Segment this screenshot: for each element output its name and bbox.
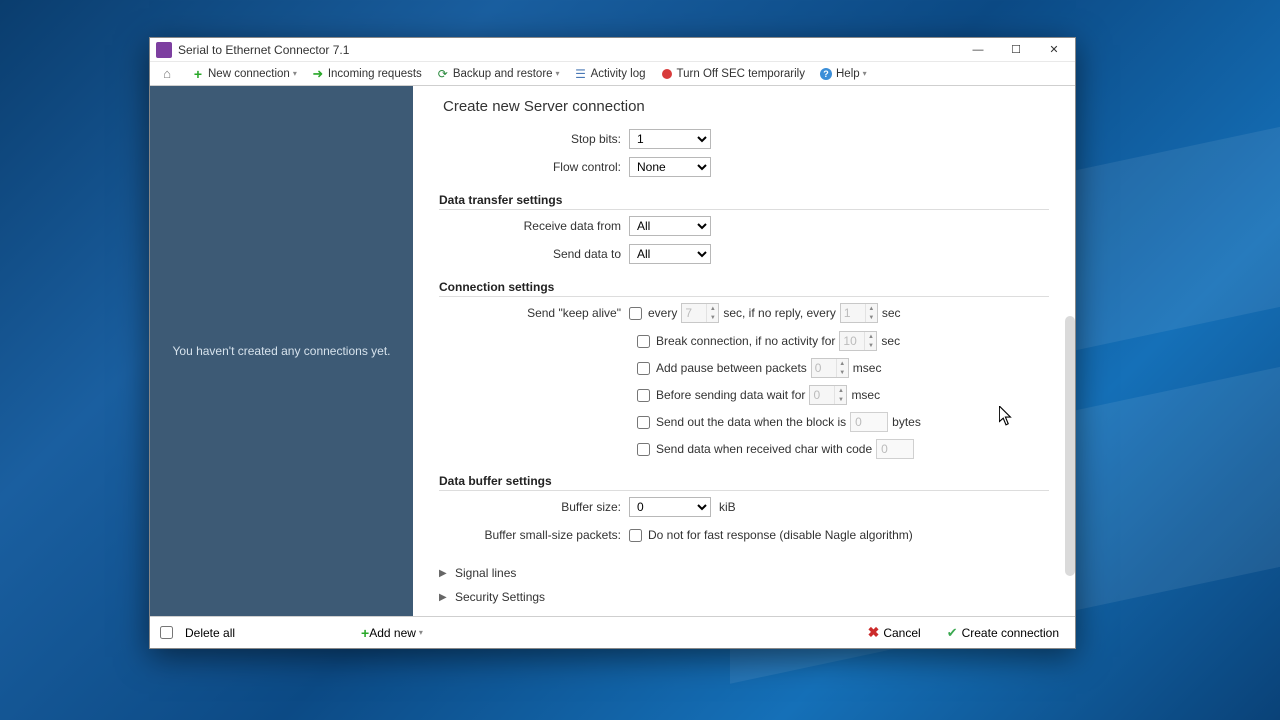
delete-all-checkbox[interactable] <box>160 626 173 639</box>
pause-label: Add pause between packets <box>656 361 807 375</box>
backup-restore-button[interactable]: ⟳ Backup and restore ▾ <box>432 66 564 82</box>
chevron-right-icon: ▶ <box>439 568 449 579</box>
footer: Delete all + Add new ▾ ✖ Cancel ✔ Create… <box>150 616 1075 648</box>
msec-label: msec <box>853 361 882 375</box>
plus-icon: + <box>361 626 369 640</box>
x-icon: ✖ <box>868 624 880 641</box>
record-icon <box>660 67 674 81</box>
help-label: Help <box>836 68 860 80</box>
refresh-icon: ⟳ <box>436 67 450 81</box>
settings-form: Stop bits: 1 Flow control: None Data tra… <box>413 123 1075 616</box>
plus-icon: + <box>191 67 205 81</box>
break-timeout-input[interactable]: ▲▼ <box>839 331 877 351</box>
turn-off-label: Turn Off SEC temporarily <box>677 68 805 80</box>
break-connection-checkbox[interactable] <box>637 335 650 348</box>
buffer-size-label: Buffer size: <box>439 500 629 514</box>
before-send-checkbox[interactable] <box>637 389 650 402</box>
section-data-transfer: Data transfer settings <box>439 193 1049 210</box>
close-button[interactable]: ✕ <box>1035 39 1073 61</box>
new-connection-label: New connection <box>208 68 290 80</box>
chevron-down-icon: ▾ <box>419 628 423 637</box>
send-to-select[interactable]: All <box>629 244 711 264</box>
sec-label2: sec <box>881 334 900 348</box>
page-title: Create new Server connection <box>413 86 1075 123</box>
add-new-label: Add new <box>369 626 416 640</box>
minimize-button[interactable]: — <box>959 39 997 61</box>
cancel-label: Cancel <box>883 626 920 640</box>
block-size-checkbox[interactable] <box>637 416 650 429</box>
log-icon: ☰ <box>574 67 588 81</box>
toolbar: ⌂ + New connection ▾ ➜ Incoming requests… <box>150 62 1075 86</box>
block-size-input[interactable]: 0 <box>850 412 888 432</box>
arrow-in-icon: ➜ <box>311 67 325 81</box>
expander-signal-lines[interactable]: ▶ Signal lines <box>439 561 1049 585</box>
titlebar[interactable]: Serial to Ethernet Connector 7.1 — ☐ ✕ <box>150 38 1075 62</box>
help-icon: ? <box>819 67 833 81</box>
add-new-button[interactable]: + Add new ▾ <box>355 624 429 642</box>
break-connection-label: Break connection, if no activity for <box>656 334 835 348</box>
pause-checkbox[interactable] <box>637 362 650 375</box>
send-to-label: Send data to <box>439 247 629 261</box>
flow-control-label: Flow control: <box>439 160 629 174</box>
new-connection-button[interactable]: + New connection ▾ <box>187 66 301 82</box>
receive-from-label: Receive data from <box>439 219 629 233</box>
chevron-down-icon: ▾ <box>556 69 560 78</box>
maximize-button[interactable]: ☐ <box>997 39 1035 61</box>
section-buffer: Data buffer settings <box>439 474 1049 491</box>
keepalive-checkbox[interactable] <box>629 307 642 320</box>
keepalive-interval-input[interactable]: ▲▼ <box>681 303 719 323</box>
every-label: every <box>648 306 677 320</box>
app-window: Serial to Ethernet Connector 7.1 — ☐ ✕ ⌂… <box>149 37 1076 649</box>
block-size-label: Send out the data when the block is <box>656 415 846 429</box>
pause-input[interactable]: ▲▼ <box>811 358 849 378</box>
activity-log-button[interactable]: ☰ Activity log <box>570 66 650 82</box>
security-label: Security Settings <box>455 590 545 604</box>
stop-bits-select[interactable]: 1 <box>629 129 711 149</box>
home-button[interactable]: ⌂ <box>156 66 181 82</box>
keepalive-label: Send "keep alive" <box>439 306 629 320</box>
chevron-down-icon: ▾ <box>293 69 297 78</box>
check-icon: ✔ <box>947 625 958 641</box>
nagle-checkbox[interactable] <box>629 529 642 542</box>
nagle-label: Do not for fast response (disable Nagle … <box>648 528 913 542</box>
scrollbar[interactable] <box>1065 316 1075 576</box>
chevron-right-icon: ▶ <box>439 592 449 603</box>
char-code-label: Send data when received char with code <box>656 442 872 456</box>
home-icon: ⌂ <box>160 67 174 81</box>
buffer-small-label: Buffer small-size packets: <box>439 528 629 542</box>
sec-noreply-label: sec, if no reply, every <box>723 306 836 320</box>
delete-all-label: Delete all <box>185 626 235 640</box>
incoming-requests-button[interactable]: ➜ Incoming requests <box>307 66 426 82</box>
stop-bits-label: Stop bits: <box>439 132 629 146</box>
bytes-label: bytes <box>892 415 921 429</box>
app-icon <box>156 42 172 58</box>
kib-label: kiB <box>719 500 736 514</box>
activity-log-label: Activity log <box>591 68 646 80</box>
msec-label2: msec <box>851 388 880 402</box>
before-send-input[interactable]: ▲▼ <box>809 385 847 405</box>
window-title: Serial to Ethernet Connector 7.1 <box>178 43 349 57</box>
receive-from-select[interactable]: All <box>629 216 711 236</box>
chevron-down-icon: ▾ <box>863 69 867 78</box>
create-connection-button[interactable]: ✔ Create connection <box>941 623 1065 643</box>
incoming-requests-label: Incoming requests <box>328 68 422 80</box>
help-button[interactable]: ? Help ▾ <box>815 66 871 82</box>
backup-restore-label: Backup and restore <box>453 68 553 80</box>
before-send-label: Before sending data wait for <box>656 388 805 402</box>
sidebar: You haven't created any connections yet. <box>150 86 413 616</box>
flow-control-select[interactable]: None <box>629 157 711 177</box>
expander-security[interactable]: ▶ Security Settings <box>439 585 1049 609</box>
cancel-button[interactable]: ✖ Cancel <box>862 622 927 643</box>
keepalive-retry-input[interactable]: ▲▼ <box>840 303 878 323</box>
sidebar-empty-message: You haven't created any connections yet. <box>173 344 391 358</box>
section-connection: Connection settings <box>439 280 1049 297</box>
turn-off-button[interactable]: Turn Off SEC temporarily <box>656 66 809 82</box>
signal-lines-label: Signal lines <box>455 566 516 580</box>
create-label: Create connection <box>962 626 1059 640</box>
buffer-size-select[interactable]: 0 <box>629 497 711 517</box>
char-code-checkbox[interactable] <box>637 443 650 456</box>
char-code-input[interactable]: 0 <box>876 439 914 459</box>
sec-label: sec <box>882 306 901 320</box>
